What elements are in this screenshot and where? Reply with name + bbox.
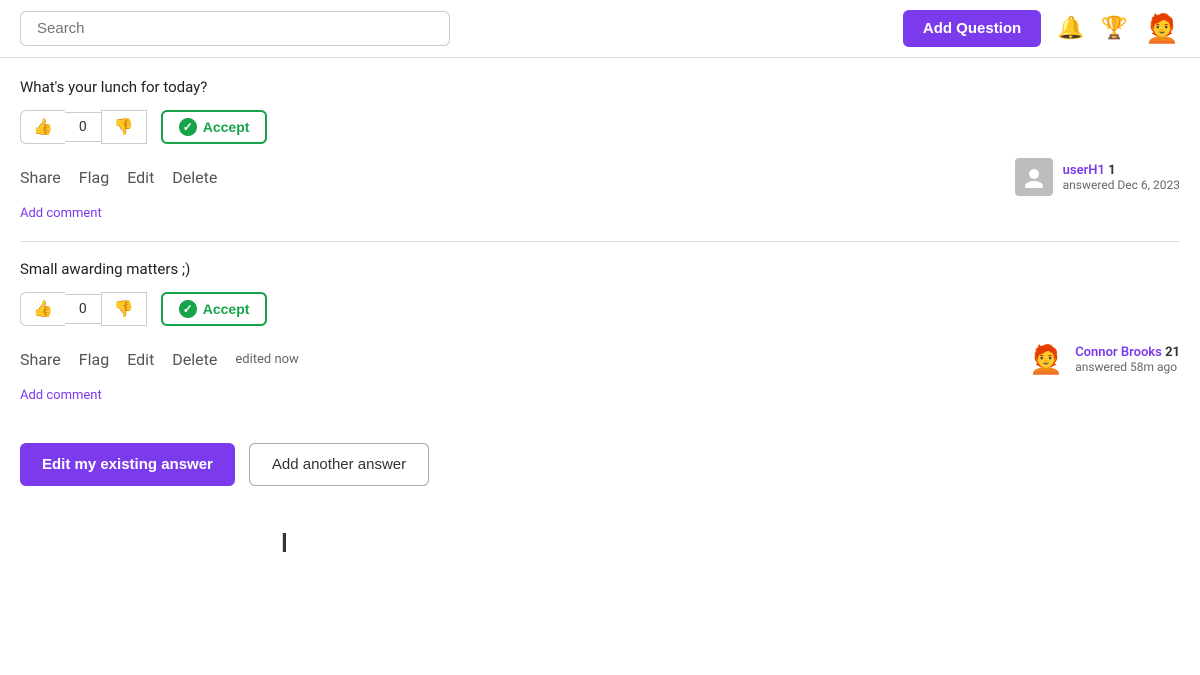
search-input[interactable] — [20, 11, 450, 46]
edit-link-2[interactable]: Edit — [127, 350, 154, 369]
accept-checkmark-1: ✓ — [179, 118, 197, 136]
downvote-button-2[interactable]: 👎 — [101, 292, 147, 326]
add-comment-link-2[interactable]: Add comment — [20, 388, 102, 403]
edit-existing-answer-button[interactable]: Edit my existing answer — [20, 443, 235, 486]
accept-label-2: Accept — [203, 301, 250, 317]
user-answered-2: answered 58m ago — [1075, 360, 1180, 374]
action-meta-1: Share Flag Edit Delete userH1 1 answered… — [20, 158, 1180, 196]
user-avatar-1 — [1015, 158, 1053, 196]
vote-count-2: 0 — [65, 294, 101, 324]
divider-1 — [20, 241, 1180, 242]
answer-text-2: Small awarding matters ;) — [20, 260, 1180, 278]
edit-link-1[interactable]: Edit — [127, 168, 154, 187]
accept-checkmark-2: ✓ — [179, 300, 197, 318]
user-card-1: userH1 1 answered Dec 6, 2023 — [1015, 158, 1180, 196]
user-name-1[interactable]: userH1 1 — [1063, 163, 1180, 178]
accept-button-2[interactable]: ✓ Accept — [161, 292, 268, 326]
upvote-button-1[interactable]: 👍 — [20, 110, 65, 144]
trophy-icon[interactable]: 🏆 — [1101, 16, 1128, 41]
share-link-1[interactable]: Share — [20, 168, 61, 187]
add-another-answer-button[interactable]: Add another answer — [249, 443, 429, 486]
vote-row-2: 👍 0 👎 ✓ Accept — [20, 292, 1180, 326]
bottom-buttons: Edit my existing answer Add another answ… — [20, 443, 1180, 506]
accept-label-1: Accept — [203, 119, 250, 135]
user-card-2: 🧑‍🦰 Connor Brooks 21 answered 58m ago — [1027, 340, 1180, 378]
header-right: Add Question 🔔 🏆 🧑‍🦰 — [903, 10, 1180, 47]
user-details-2: Connor Brooks 21 answered 58m ago — [1075, 345, 1180, 374]
notification-icon[interactable]: 🔔 — [1057, 16, 1084, 41]
add-question-button[interactable]: Add Question — [903, 10, 1041, 47]
vote-count-1: 0 — [65, 112, 101, 142]
flag-link-1[interactable]: Flag — [79, 168, 109, 187]
answer-block-1: What's your lunch for today? 👍 0 👎 ✓ Acc… — [20, 78, 1180, 231]
edited-label-2: edited now — [235, 352, 298, 367]
user-answered-1: answered Dec 6, 2023 — [1063, 178, 1180, 192]
user-avatar-2: 🧑‍🦰 — [1027, 340, 1065, 378]
upvote-button-2[interactable]: 👍 — [20, 292, 65, 326]
vote-row-1: 👍 0 👎 ✓ Accept — [20, 110, 1180, 144]
flag-link-2[interactable]: Flag — [79, 350, 109, 369]
action-links-2: Share Flag Edit Delete edited now — [20, 350, 319, 369]
user-details-1: userH1 1 answered Dec 6, 2023 — [1063, 163, 1180, 192]
delete-link-2[interactable]: Delete — [172, 350, 217, 369]
accept-button-1[interactable]: ✓ Accept — [161, 110, 268, 144]
user-name-2[interactable]: Connor Brooks 21 — [1075, 345, 1180, 360]
downvote-button-1[interactable]: 👎 — [101, 110, 147, 144]
add-comment-link-1[interactable]: Add comment — [20, 206, 102, 221]
answer-block-2: Small awarding matters ;) 👍 0 👎 ✓ Accept… — [20, 260, 1180, 413]
share-link-2[interactable]: Share — [20, 350, 61, 369]
answer-text-1: What's your lunch for today? — [20, 78, 1180, 96]
main-content: What's your lunch for today? 👍 0 👎 ✓ Acc… — [0, 58, 1200, 506]
cursor: ▎ — [283, 533, 293, 549]
header: Add Question 🔔 🏆 🧑‍🦰 — [0, 0, 1200, 58]
delete-link-1[interactable]: Delete — [172, 168, 217, 187]
user-avatar[interactable]: 🧑‍🦰 — [1144, 11, 1180, 47]
action-links-1: Share Flag Edit Delete — [20, 168, 217, 187]
action-meta-2: Share Flag Edit Delete edited now 🧑‍🦰 Co… — [20, 340, 1180, 378]
